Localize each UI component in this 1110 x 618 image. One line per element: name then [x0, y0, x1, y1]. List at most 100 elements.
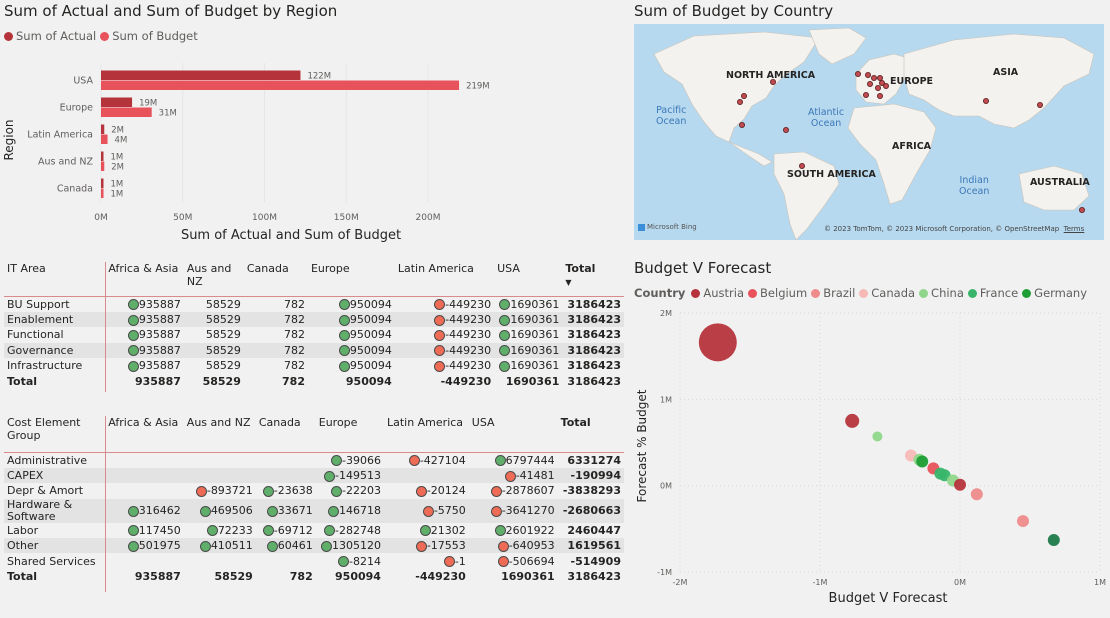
table-row[interactable]: Shared Services -8214 -1 -506694 -514909 — [4, 553, 624, 568]
cost-element-table[interactable]: Cost Element Group Africa & Asia Aus and… — [4, 416, 624, 584]
status-indicator-icon — [494, 525, 506, 537]
cell-canada: -23638 — [256, 483, 316, 498]
scatter-point[interactable] — [954, 478, 966, 491]
col-header-cost-element[interactable]: Cost Element Group — [4, 416, 105, 452]
bar-actual[interactable] — [101, 70, 301, 81]
row-label: BU Support — [7, 297, 70, 311]
row-label: Administrative — [7, 453, 88, 467]
legend-item-france[interactable]: France — [967, 286, 1018, 300]
legend-item-canada[interactable]: Canada — [859, 286, 915, 300]
bar-chart-legend[interactable]: Sum of Actual Sum of Budget — [4, 29, 202, 43]
col-header-total[interactable]: Total ▼ — [562, 262, 624, 296]
col-header-aus[interactable]: Aus and NZ — [184, 262, 244, 296]
map-copyright[interactable]: © 2023 TomTom, © 2023 Microsoft Corporat… — [824, 225, 1084, 233]
col-header-aus[interactable]: Aus and NZ — [184, 416, 256, 452]
legend-item-austria[interactable]: Austria — [691, 286, 744, 300]
cell-canada: 33671 — [256, 499, 316, 523]
total-row[interactable]: Total 935887 58529 782 950094 -449230 1690361 3… — [4, 373, 624, 388]
total-africa: 935887 — [134, 374, 181, 388]
table-row[interactable]: Hardware & Software 316462 469506 33671 1467… — [4, 498, 624, 523]
bar-chart[interactable]: Region Sum of Actual and Sum of Budget 0… — [0, 50, 620, 245]
col-header-africa[interactable]: Africa & Asia — [105, 416, 184, 452]
bar-actual[interactable] — [101, 124, 105, 135]
legend-item-china[interactable]: China — [919, 286, 964, 300]
scatter-legend[interactable]: Country Austria Belgium Brazil Canada China F… — [634, 286, 1110, 300]
bar-actual[interactable] — [101, 178, 104, 189]
sort-desc-icon[interactable]: ▼ — [565, 278, 571, 287]
total-row[interactable]: Total 935887 58529 782 950094 -449230 1690361 3… — [4, 569, 624, 584]
col-header-usa[interactable]: USA — [469, 416, 558, 452]
col-header-europe[interactable]: Europe — [308, 262, 395, 296]
x-tick-label: -2M — [673, 578, 688, 587]
data-label: 219M — [466, 82, 490, 92]
cell-usa: -506694 — [469, 553, 558, 568]
bar-budget[interactable] — [101, 161, 105, 172]
table-row[interactable]: Functional 935887 58529 782 950094 -449230 169… — [4, 327, 624, 342]
x-tick-label: -1M — [813, 578, 828, 587]
australia-landmass — [1018, 165, 1090, 211]
legend-label: Sum of Budget — [112, 29, 198, 43]
table-row[interactable]: Other 501975 410511 60461 1305120 -17553 -6409… — [4, 538, 624, 554]
col-header-latin[interactable]: Latin America — [384, 416, 469, 452]
col-header-total[interactable]: Total — [558, 416, 624, 452]
y-tick-label: 1M — [660, 395, 672, 404]
legend-item-germany[interactable]: Germany — [1022, 286, 1087, 300]
bar-budget[interactable] — [101, 134, 108, 145]
category-label: USA — [73, 76, 93, 87]
bar-actual[interactable] — [101, 151, 104, 162]
bar-budget[interactable] — [101, 107, 152, 118]
status-indicator-icon — [206, 525, 218, 537]
table-row[interactable]: Governance 935887 58529 782 950094 -449230 169… — [4, 342, 624, 359]
table-row[interactable]: Depr & Amort -893721 -23638 -22203 -20124 -28… — [4, 483, 624, 498]
cell-total: 3186423 — [567, 313, 621, 327]
bar-actual[interactable] — [101, 97, 133, 108]
cell-aus — [184, 468, 256, 483]
x-tick-label: 150M — [334, 213, 359, 223]
legend-item-brazil[interactable]: Brazil — [811, 286, 855, 300]
cell-aus: 58529 — [205, 359, 241, 373]
status-indicator-icon — [494, 455, 506, 467]
it-area-table[interactable]: IT Area Africa & Asia Aus and NZ Canada … — [4, 262, 624, 389]
col-header-europe[interactable]: Europe — [316, 416, 384, 452]
bar-budget[interactable] — [101, 80, 460, 91]
scatter-point[interactable] — [1047, 534, 1060, 547]
category-label: Latin America — [27, 130, 93, 141]
x-tick-label: 200M — [416, 213, 441, 223]
scatter-point[interactable] — [698, 323, 737, 362]
scatter-point[interactable] — [872, 431, 883, 442]
table-row[interactable]: Infrastructure 935887 58529 782 950094 -44923… — [4, 358, 624, 373]
table-row[interactable]: Enablement 935887 58529 782 950094 -449230 169… — [4, 311, 624, 328]
scatter-legend-title: Country — [634, 286, 686, 300]
col-header-canada[interactable]: Canada — [244, 262, 308, 296]
x-tick-label: 1M — [1094, 578, 1106, 587]
legend-item-budget[interactable]: Sum of Budget — [100, 29, 198, 43]
col-header-it-area[interactable]: IT Area — [4, 262, 105, 296]
cell-usa: -2878607 — [469, 483, 558, 498]
cell-aus — [184, 553, 256, 568]
cell-latin: -449230 — [395, 358, 494, 373]
table-row[interactable]: CAPEX -149513 -41481 -190994 — [4, 467, 624, 484]
country-map[interactable]: NORTH AMERICA EUROPE ASIA Pacific Ocean … — [634, 24, 1104, 240]
scatter-point[interactable] — [970, 488, 983, 501]
col-header-usa[interactable]: USA — [494, 262, 562, 296]
cell-aus: 58529 — [205, 297, 241, 311]
map-label-north-america: NORTH AMERICA — [726, 70, 816, 81]
legend-item-actual[interactable]: Sum of Actual — [4, 29, 96, 43]
scatter-title: Budget V Forecast — [634, 259, 772, 277]
col-header-latin[interactable]: Latin America — [395, 262, 494, 296]
row-label: Infrastructure — [7, 359, 83, 373]
cell-total: 6331274 — [567, 453, 621, 467]
scatter-point[interactable] — [1017, 515, 1029, 528]
scatter-point[interactable] — [845, 413, 860, 428]
col-header-canada[interactable]: Canada — [256, 416, 316, 452]
scatter-chart[interactable]: Forecast % Budget Budget V Forecast -2M -… — [630, 300, 1110, 618]
terms-link[interactable]: Terms — [1064, 225, 1085, 233]
table-row[interactable]: Labor 117450 72233 -69712 -282748 21302 260192… — [4, 523, 624, 538]
status-indicator-icon — [127, 299, 139, 311]
col-header-africa[interactable]: Africa & Asia — [105, 262, 184, 296]
table-row[interactable]: Administrative -39066 -427104 6797444 633127… — [4, 452, 624, 468]
bar-budget[interactable] — [101, 188, 104, 199]
legend-item-belgium[interactable]: Belgium — [748, 286, 807, 300]
table-row[interactable]: BU Support 935887 58529 782 950094 -449230 169… — [4, 296, 624, 312]
scatter-point[interactable] — [916, 455, 929, 468]
